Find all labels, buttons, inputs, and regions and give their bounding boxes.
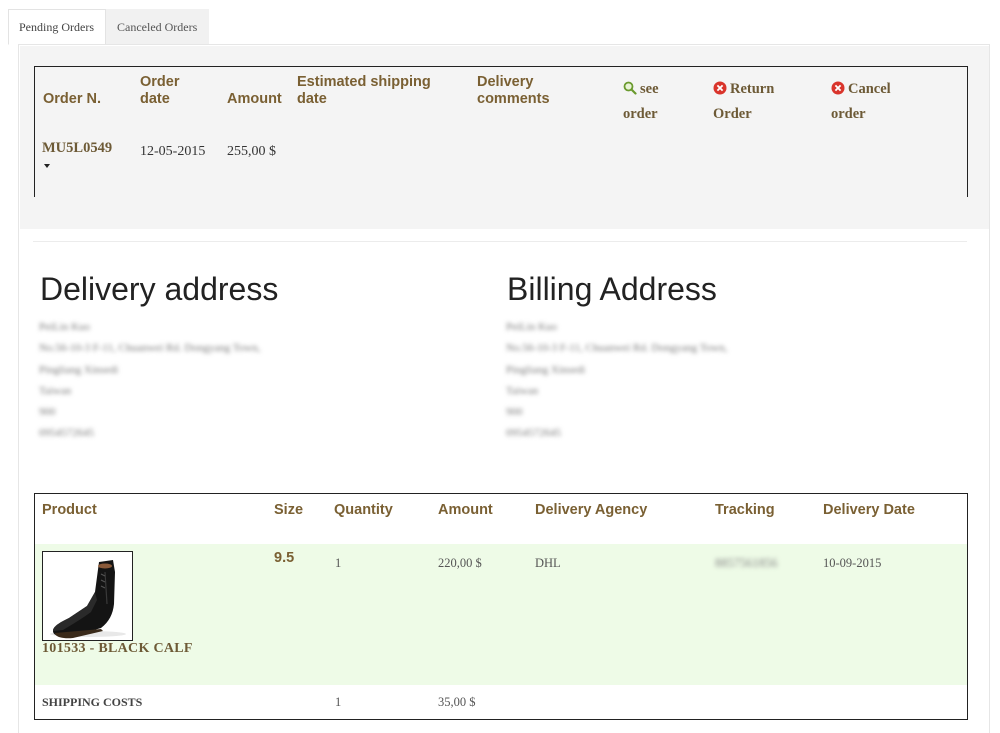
header-delivery-comments: Delivery comments: [477, 74, 550, 108]
header-quantity: Quantity: [334, 502, 393, 518]
product-thumbnail[interactable]: [42, 551, 133, 641]
tracking-number-value[interactable]: 8857561856: [715, 556, 778, 571]
products-table: Product Size Quantity Amount Delivery Ag…: [34, 493, 968, 720]
delivery-address-lines: PeiLin Kuo No.56-10-3 F-11, Chuanwei Rd.…: [39, 317, 260, 445]
billing-address-line: PeiLin Kuo: [506, 321, 558, 333]
black-boot-image: [43, 552, 132, 640]
order-amount-value: 255,00 $: [227, 144, 276, 159]
products-table-header: Product Size Quantity Amount Delivery Ag…: [35, 494, 967, 544]
magnifier-icon: [623, 80, 637, 103]
product-amount-value: 220,00 $: [438, 556, 482, 570]
delivery-address-title: Delivery address: [40, 271, 279, 307]
header-tracking: Tracking: [715, 502, 775, 518]
cancel-order-line1[interactable]: Cancel: [848, 81, 891, 97]
order-row: MU5L0549 12-05-2015 255,00 $: [35, 131, 967, 197]
expand-caret-icon[interactable]: [44, 164, 50, 168]
header-order-date-line2: date: [140, 91, 170, 107]
product-quantity-value: 1: [335, 556, 342, 570]
order-tabs: Pending Orders Canceled Orders: [8, 9, 210, 45]
shipping-amount-value: 35,00 $: [438, 695, 476, 709]
delivery-address-line: 0954572645: [39, 427, 94, 440]
header-order-no: Order N.: [43, 91, 102, 107]
delivery-address-line: 900: [39, 406, 56, 419]
return-order-button[interactable]: Return Order: [713, 78, 774, 126]
header-delivery-date: Delivery Date: [823, 502, 915, 518]
product-row: 101533 - BLACK CALF 9.5 1 220,00 $ DHL 8…: [35, 544, 967, 685]
shipping-costs-label: SHIPPING COSTS: [42, 695, 143, 709]
shipping-costs-row: SHIPPING COSTS 1 35,00 $: [35, 685, 967, 719]
header-size: Size: [274, 502, 304, 518]
delivery-address-line: No.56-10-3 F-11, Chuanwei Rd. Dongyang T…: [39, 342, 261, 355]
delivery-date-value: 10-09-2015: [823, 556, 882, 570]
product-name-link[interactable]: 101533 - BLACK CALF: [42, 641, 193, 657]
billing-address-line: Taiwan: [506, 384, 539, 397]
delivery-address-line: Pingliang Xinsedi: [39, 363, 119, 376]
header-amount: Amount: [227, 91, 282, 107]
billing-address-title: Billing Address: [507, 271, 717, 307]
order-number-link[interactable]: MU5L0549: [42, 140, 112, 157]
billing-address-line: 900: [506, 406, 523, 419]
cancel-order-button[interactable]: Cancel order: [831, 78, 891, 126]
header-delivery-agency: Delivery Agency: [535, 502, 648, 518]
billing-address-line: 0954572645: [506, 427, 561, 440]
see-order-line1[interactable]: see: [640, 81, 659, 97]
header-delivery-line2: comments: [477, 91, 550, 107]
return-order-line1[interactable]: Return: [730, 81, 774, 97]
red-x-icon: [831, 80, 845, 103]
header-delivery-line1: Delivery: [477, 74, 534, 90]
header-order-date-line1: Order: [140, 74, 180, 90]
see-order-line2[interactable]: order: [623, 103, 659, 126]
tab-canceled-orders[interactable]: Canceled Orders: [106, 9, 210, 45]
header-amount: Amount: [438, 502, 493, 518]
tab-pending-orders[interactable]: Pending Orders: [8, 9, 106, 45]
billing-address-line: Pingliang Xinsedi: [506, 363, 586, 376]
shipping-quantity-value: 1: [335, 695, 342, 709]
see-order-button[interactable]: see order: [623, 78, 659, 126]
header-est-ship-line1: Estimated shipping: [297, 74, 431, 90]
order-table: Order N. Order date Amount Estimated shi…: [34, 66, 968, 197]
header-estimated-shipping: Estimated shipping date: [297, 74, 431, 108]
section-divider: [33, 241, 967, 242]
header-order-date: Order date: [140, 74, 180, 108]
order-date-value: 12-05-2015: [140, 144, 206, 159]
cancel-order-line2[interactable]: order: [831, 103, 891, 126]
order-table-header: Order N. Order date Amount Estimated shi…: [35, 67, 967, 131]
billing-address-lines: PeiLin Kuo No.56-10-3 F-11, Chuanwei Rd.…: [506, 317, 727, 445]
delivery-address-line: Taiwan: [39, 384, 72, 397]
orders-panel: Order N. Order date Amount Estimated shi…: [18, 44, 990, 733]
product-size-value: 9.5: [274, 550, 295, 566]
return-order-line2[interactable]: Order: [713, 103, 774, 126]
billing-address-line: No.56-10-3 F-11, Chuanwei Rd. Dongyang T…: [506, 342, 728, 355]
header-est-ship-line2: date: [297, 91, 327, 107]
header-product: Product: [42, 502, 97, 518]
delivery-agency-value: DHL: [535, 556, 561, 570]
red-x-icon: [713, 80, 727, 103]
delivery-address-line: PeiLin Kuo: [39, 321, 91, 333]
